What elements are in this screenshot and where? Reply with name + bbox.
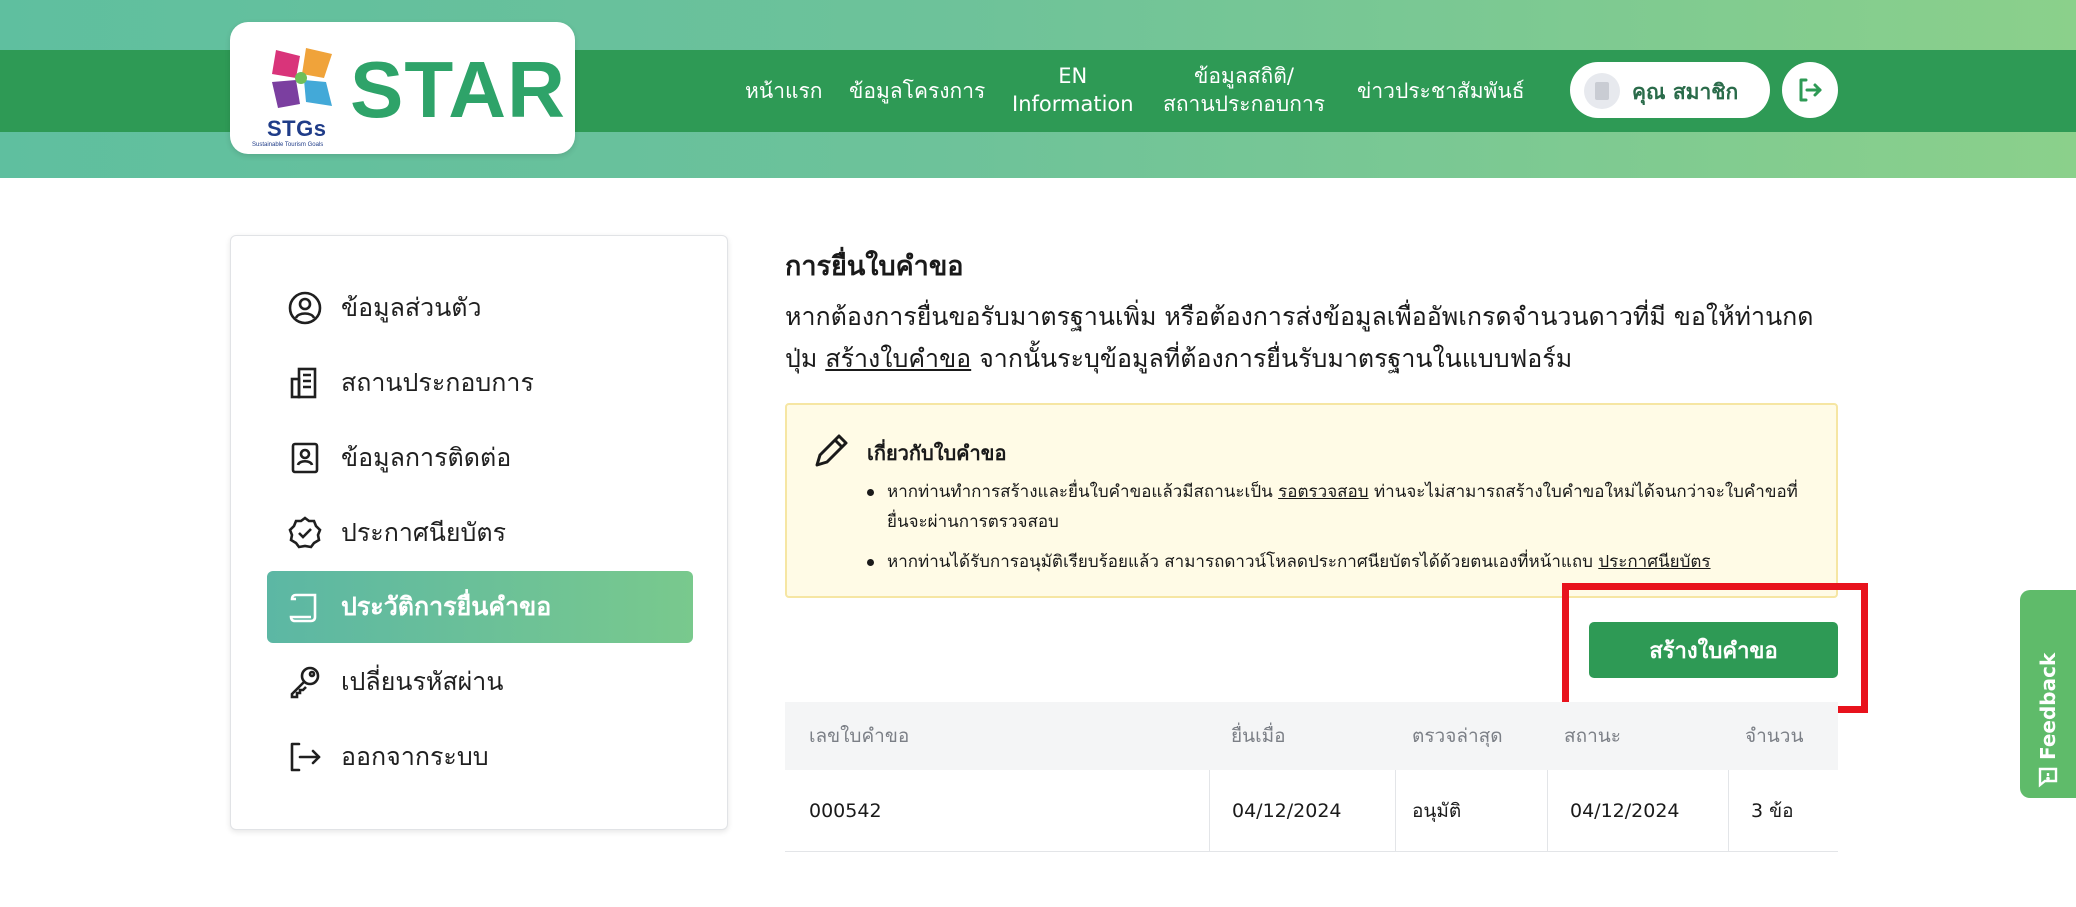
sidebar-item-label: ประกาศนียบัตร [341, 518, 507, 547]
nav-news[interactable]: ข่าวประชาสัมพันธ์ [1357, 77, 1525, 105]
notice-title: เกี่ยวกับใบคำขอ [867, 441, 1007, 465]
logo-stgs-text: STGs [267, 116, 327, 141]
chat-bubble-icon [2038, 767, 2058, 788]
nav-statistics[interactable]: ข้อมูลสถิติ/ สถานประกอบการ [1163, 62, 1325, 118]
table-header: เลขใบคำขอ ยื่นเมื่อ ตรวจล่าสุด สถานะ จำน… [785, 702, 1838, 770]
nav-en-line2: Information [1012, 92, 1134, 116]
sidebar-item-request-history[interactable]: ประวัติการยื่นคำขอ [267, 571, 693, 643]
notice-text: หากท่านทำการสร้างและยื่นใบคำขอแล้วมีสถาน… [887, 482, 1279, 502]
column-header: จำนวน [1745, 725, 1804, 747]
submitted-date-cell: 04/12/2024 [1209, 770, 1395, 851]
id-card-icon [1584, 73, 1620, 109]
sidebar-item-logout[interactable]: ออกจากระบบ [267, 721, 693, 793]
header: STGs Sustainable Tourism Goals STAR หน้า… [0, 0, 2076, 178]
nav-en-line1: EN [1058, 64, 1088, 88]
request-table: เลขใบคำขอ ยื่นเมื่อ ตรวจล่าสุด สถานะ จำน… [785, 702, 1838, 852]
column-header: เลขใบคำขอ [809, 725, 910, 747]
sidebar-item-business[interactable]: สถานประกอบการ [267, 347, 693, 419]
pencil-icon [815, 434, 848, 467]
sidebar-item-profile[interactable]: ข้อมูลส่วนตัว [267, 272, 693, 344]
table-row[interactable]: 000542 04/12/2024 อนุมัติ 04/12/2024 3 ข… [785, 770, 1838, 852]
feedback-label: Feedback [2036, 652, 2060, 760]
logo[interactable]: STGs Sustainable Tourism Goals STAR [230, 22, 575, 154]
nav-stats-line1: ข้อมูลสถิติ/ [1194, 64, 1294, 88]
nav-home[interactable]: หน้าแรก [745, 77, 823, 105]
flower-logo-icon [272, 48, 332, 108]
notice-text: หากท่านได้รับการอนุมัติเรียบร้อยแล้ว สาม… [887, 552, 1599, 572]
column-header: ยื่นเมื่อ [1231, 725, 1286, 747]
column-header: ตรวจล่าสุด [1412, 725, 1503, 747]
sidebar-item-label: ออกจากระบบ [341, 742, 489, 771]
logo-tagline: Sustainable Tourism Goals [252, 142, 324, 148]
sidebar-item-certificate[interactable]: ประกาศนียบัตร [267, 497, 693, 569]
desc-text-2: จากนั้นระบุข้อมูลที่ต้องการยื่นรับมาตรฐา… [971, 344, 1573, 373]
user-name: คุณ สมาชิก [1632, 80, 1739, 104]
certificate-badge-icon [285, 513, 325, 553]
create-request-link[interactable]: สร้างใบคำขอ [825, 344, 971, 373]
notice-list: หากท่านทำการสร้างและยื่นใบคำขอแล้วมีสถาน… [867, 477, 1817, 587]
key-icon [285, 662, 325, 702]
nav-en-information[interactable]: EN Information [1012, 62, 1134, 118]
sidebar-item-change-password[interactable]: เปลี่ยนรหัสผ่าน [267, 646, 693, 718]
count-cell: 3 ข้อ [1728, 770, 1838, 851]
last-reviewed-cell: อนุมัติ [1395, 770, 1547, 851]
logout-icon [1799, 78, 1822, 102]
sidebar-item-label: ข้อมูลการติดต่อ [341, 443, 512, 472]
logo-brand-text: STAR [350, 45, 566, 134]
sidebar-item-contact[interactable]: ข้อมูลการติดต่อ [267, 422, 693, 494]
create-request-button[interactable]: สร้างใบคำขอ [1589, 622, 1838, 678]
notice-box: เกี่ยวกับใบคำขอ หากท่านทำการสร้างและยื่น… [785, 403, 1838, 598]
status-cell: 04/12/2024 [1547, 770, 1728, 851]
building-icon [285, 363, 325, 403]
notice-item: หากท่านทำการสร้างและยื่นใบคำขอแล้วมีสถาน… [867, 477, 1817, 537]
nav-project-info[interactable]: ข้อมูลโครงการ [849, 77, 985, 105]
sidebar-item-label: เปลี่ยนรหัสผ่าน [341, 667, 504, 696]
sidebar-item-label: ประวัติการยื่นคำขอ [341, 592, 552, 621]
user-circle-icon [285, 288, 325, 328]
pending-status-link[interactable]: รอตรวจสอบ [1278, 482, 1368, 502]
contact-book-icon [285, 438, 325, 478]
sidebar-item-label: สถานประกอบการ [341, 368, 534, 397]
page-title: การยื่นใบคำขอ [785, 251, 964, 282]
user-menu-button[interactable]: คุณ สมาชิก [1570, 62, 1770, 118]
certificate-link[interactable]: ประกาศนียบัตร [1598, 552, 1710, 572]
header-logout-button[interactable] [1782, 62, 1838, 118]
page-description: หากต้องการยื่นขอรับมาตรฐานเพิ่ม หรือต้อง… [785, 296, 1845, 380]
sidebar-item-label: ข้อมูลส่วนตัว [341, 293, 482, 322]
feedback-tab[interactable]: Feedback [2020, 590, 2076, 798]
logout-icon [285, 737, 325, 777]
nav-stats-line2: สถานประกอบการ [1163, 92, 1326, 116]
sidebar: ข้อมูลส่วนตัว สถานประกอบการ ข้อมูลการติด… [230, 235, 728, 830]
notice-item: หากท่านได้รับการอนุมัติเรียบร้อยแล้ว สาม… [867, 547, 1817, 577]
request-number-cell: 000542 [809, 799, 882, 822]
scroll-icon [285, 587, 325, 627]
column-header: สถานะ [1564, 725, 1621, 747]
